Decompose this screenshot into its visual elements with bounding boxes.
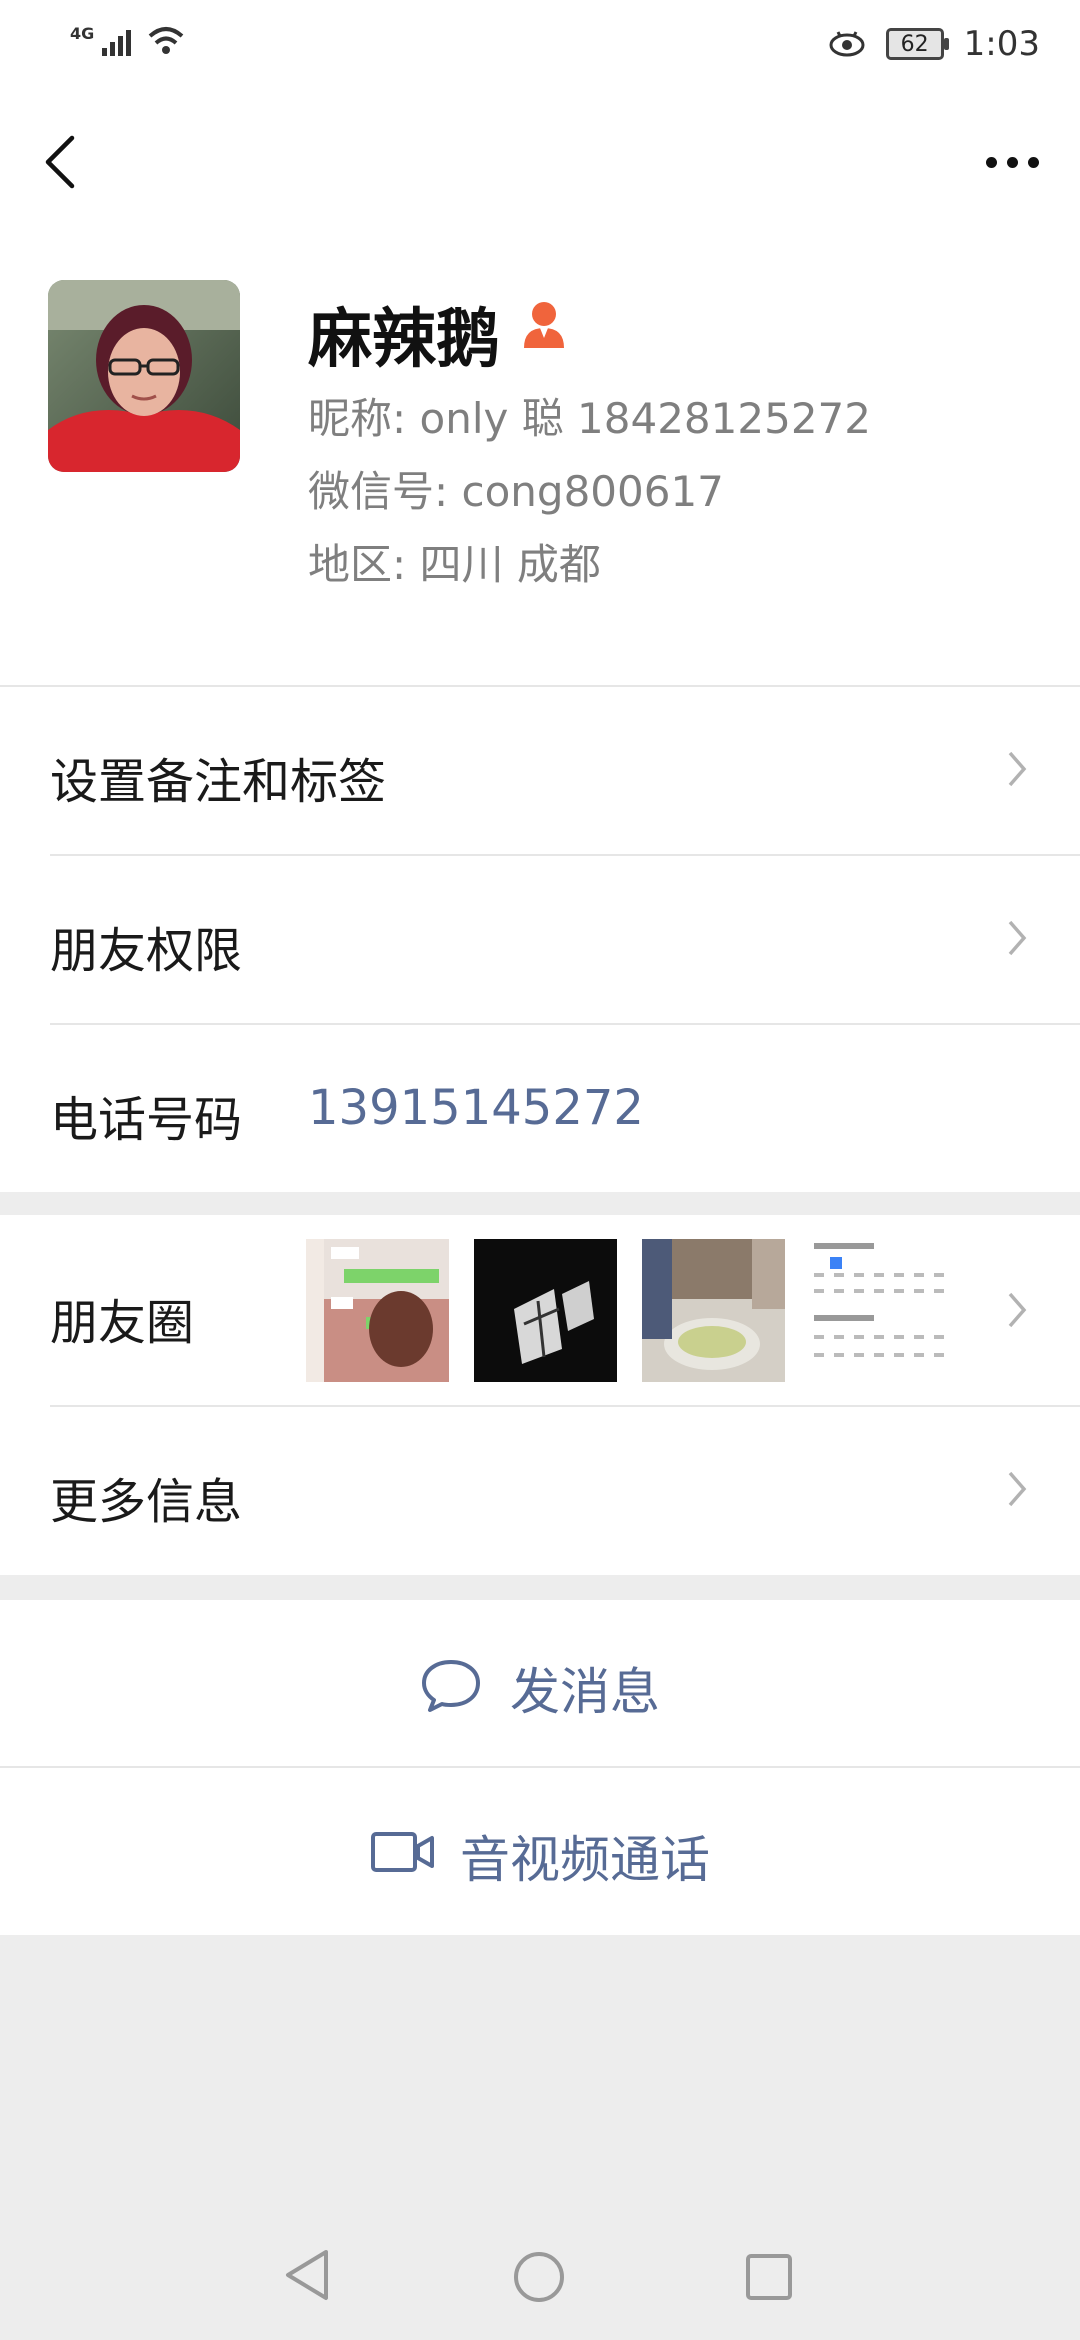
video-camera-icon — [371, 1832, 434, 1872]
chat-bubble-icon — [422, 1660, 480, 1712]
phone-number-row[interactable]: 电话号码 13915145272 — [0, 1025, 1080, 1192]
av-call-button[interactable]: 音视频通话 — [0, 1768, 1080, 1935]
eye-comfort-icon — [829, 31, 865, 57]
signal-icon — [102, 30, 131, 56]
more-options-icon[interactable] — [986, 152, 1042, 172]
moments-section: 朋友圈 更多信息 — [0, 1215, 1080, 1575]
more-info-label: 更多信息 — [50, 1474, 243, 1530]
battery-level: 62 — [900, 31, 929, 57]
nickname-text: 昵称: only 聪 18428125272 — [308, 394, 871, 443]
nav-home-icon[interactable] — [512, 2250, 566, 2304]
profile-header: 麻辣鹅 昵称: only 聪 18428125272 微信号: cong8006… — [0, 230, 1080, 685]
moments-thumbnail — [306, 1239, 449, 1382]
moments-thumbnail — [642, 1239, 785, 1382]
chevron-right-icon — [1008, 1292, 1027, 1328]
moments-thumbnail — [810, 1239, 953, 1382]
moments-thumbnail — [474, 1239, 617, 1382]
moments-row[interactable]: 朋友圈 — [0, 1215, 1080, 1405]
chevron-right-icon — [1008, 1471, 1027, 1507]
status-right: 62 1:03 — [828, 24, 1040, 64]
contact-name: 麻辣鹅 — [308, 303, 500, 377]
moments-label: 朋友圈 — [50, 1295, 195, 1351]
avatar[interactable] — [48, 280, 240, 472]
phone-number-value[interactable]: 13915145272 — [308, 1080, 644, 1136]
chevron-right-icon — [1008, 920, 1027, 956]
send-message-label: 发消息 — [510, 1663, 660, 1721]
phone-number-label: 电话号码 — [50, 1092, 243, 1148]
nav-back-icon[interactable] — [282, 2248, 332, 2302]
wechat-id-text: 微信号: cong800617 — [308, 467, 724, 516]
chevron-right-icon — [1008, 751, 1027, 787]
female-person-icon — [524, 302, 564, 348]
av-call-label: 音视频通话 — [460, 1831, 710, 1889]
status-bar: 4G 62 1:03 — [0, 0, 1080, 90]
friend-permissions-label: 朋友权限 — [50, 923, 243, 979]
remark-tags-label: 设置备注和标签 — [50, 754, 387, 810]
actions-section: 发消息 音视频通话 — [0, 1600, 1080, 1935]
region-text: 地区: 四川 成都 — [308, 540, 601, 589]
system-nav-bar — [0, 2200, 1080, 2340]
friend-permissions-row[interactable]: 朋友权限 — [0, 856, 1080, 1024]
more-info-row[interactable]: 更多信息 — [0, 1407, 1080, 1575]
remark-tags-row[interactable]: 设置备注和标签 — [0, 687, 1080, 855]
clock: 1:03 — [963, 24, 1040, 64]
battery-icon: 62 — [885, 28, 949, 60]
network-type: 4G — [70, 24, 95, 43]
contact-settings-section: 设置备注和标签 朋友权限 电话号码 13915145272 — [0, 685, 1080, 1192]
signal-status: 4G — [70, 24, 186, 58]
nav-recents-icon[interactable] — [744, 2252, 794, 2302]
back-arrow-icon[interactable] — [40, 132, 80, 192]
top-nav — [0, 90, 1080, 230]
send-message-button[interactable]: 发消息 — [0, 1600, 1080, 1766]
wifi-icon — [148, 27, 184, 54]
